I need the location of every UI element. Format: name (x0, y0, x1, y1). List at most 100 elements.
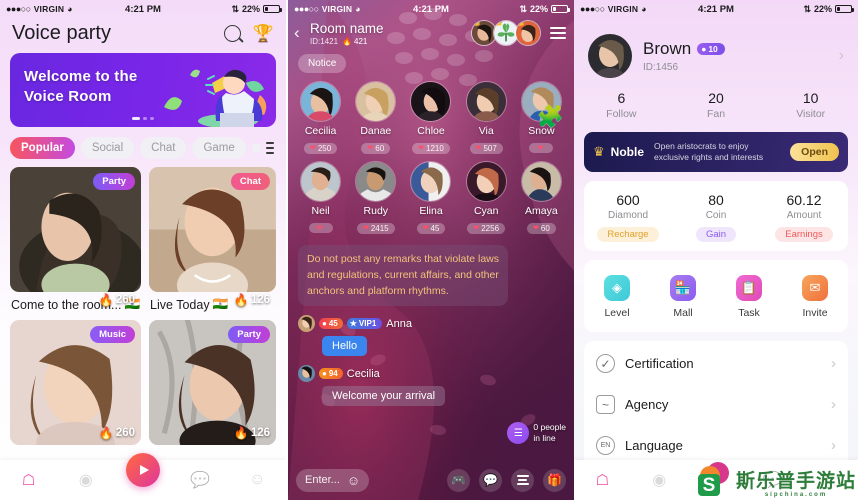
quick-mall[interactable]: 🏪 Mall (650, 275, 716, 319)
profile-tab-icon[interactable]: ☺ (246, 469, 268, 491)
quick-task[interactable]: 📋 Task (716, 275, 782, 319)
earnings-button[interactable]: Earnings (775, 227, 833, 242)
chip-more-partial[interactable] (251, 143, 260, 153)
screen-voice-room: ●●●○○ VIRGIN ◕ 4:21 PM ⇅ 22% ‹ Room name… (288, 0, 574, 500)
room-hot-count: 🔥 126 (233, 426, 270, 440)
seat-item[interactable]: Cecilia ❤ 250 (294, 81, 347, 155)
recharge-button[interactable]: Recharge (597, 227, 659, 242)
message-tab-icon[interactable]: 💬 (189, 469, 211, 491)
chip-chat[interactable]: Chat (140, 137, 187, 159)
wallet-amount[interactable]: 60.12 Amount Earnings (760, 192, 848, 242)
list-lines-icon[interactable] (511, 468, 534, 492)
room-hot-count: 🔥 260 (98, 426, 136, 440)
seat-item[interactable]: Danae ❤ 60 (349, 81, 402, 155)
quick-invite[interactable]: ✉ Invite (782, 275, 848, 319)
queue-indicator[interactable]: ☰ 0 people in line (507, 422, 566, 444)
room-tag: Chat (230, 173, 270, 190)
screen-voice-party-list: ●●●○○ VIRGIN ◕ 4:21 PM ⇅ 22% Voice party… (0, 0, 286, 500)
treasure-chest-icon[interactable]: 🧩 (537, 104, 564, 130)
seat-hearts: ❤ 2256 (467, 222, 506, 234)
chat-bubble: Welcome your arrival (322, 386, 446, 407)
quick-level[interactable]: ◈ Level (584, 275, 650, 319)
wallet-diamond[interactable]: 600 Diamond Recharge (584, 192, 672, 242)
trophy-icon[interactable]: 🏆 (253, 25, 274, 42)
notice-button[interactable]: Notice (298, 54, 347, 73)
quick-label: Mall (673, 307, 693, 319)
wallet-coin[interactable]: 80 Coin Gain (672, 192, 760, 242)
stat-fan[interactable]: 20 Fan (669, 90, 764, 120)
noble-banner[interactable]: ♛ Noble Open aristocrats to enjoy exclusi… (584, 132, 848, 172)
seat-hearts: ❤ 2415 (356, 222, 395, 234)
chat-message-header: ● 94 Cecilia (298, 365, 564, 383)
battery-icon (835, 5, 854, 13)
room-tag: Music (90, 326, 136, 343)
seat-item[interactable]: Cyan ❤ 2256 (460, 161, 513, 235)
queue-label: in line (533, 433, 556, 443)
wallet-value: 600 (616, 192, 640, 208)
wallet-label: Amount (786, 210, 822, 221)
avatar[interactable] (298, 315, 315, 333)
category-chips: Popular Social Chat Game (0, 127, 286, 167)
stat-follow[interactable]: 6 Follow (574, 90, 669, 120)
avatar (410, 81, 452, 122)
seat-hearts: ❤ 45 (416, 222, 446, 234)
banner-line1: Welcome to the (24, 68, 138, 85)
top-user-avatar[interactable]: 👑 (515, 20, 541, 46)
seat-row-1: Cecilia ❤ 250 Danae ❤ 60 Chloe ❤ 1210 Via ❤… (288, 73, 574, 155)
seat-item[interactable]: Elina ❤ 45 (404, 161, 457, 235)
emoji-icon[interactable]: ☺ (347, 473, 360, 488)
banner-dots (132, 117, 154, 120)
room-card[interactable]: Party 🔥 126 (149, 320, 276, 445)
chat-bubble-icon[interactable]: 💬 (479, 468, 502, 492)
room-card[interactable]: Chat 🔥 126 Live Today 🇮🇳 (149, 167, 276, 312)
home-tab-icon[interactable]: ☖ (591, 469, 613, 491)
live-tab-icon[interactable] (126, 453, 160, 487)
seat-item[interactable]: Chloe ❤ 1210 (404, 81, 457, 155)
stat-label: Follow (606, 108, 637, 120)
seat-item[interactable]: Amaya ❤ 60 (515, 161, 568, 235)
seat-item[interactable]: Via ❤ 507 (460, 81, 513, 155)
room-id-label: ID:1421 (310, 36, 339, 46)
banner-line2: Voice Room (24, 88, 112, 106)
hamburger-icon[interactable] (265, 142, 274, 154)
avatar[interactable] (298, 365, 315, 383)
chip-social[interactable]: Social (80, 137, 135, 159)
avatar[interactable] (588, 34, 632, 78)
gain-button[interactable]: Gain (695, 227, 737, 242)
gift-icon[interactable]: 🎁 (543, 468, 566, 492)
level-icon: ◈ (604, 275, 630, 301)
chat-input[interactable]: Enter... ☺ (296, 468, 370, 492)
stat-value: 10 (802, 90, 819, 106)
open-button[interactable]: Open (790, 143, 839, 161)
discover-tab-icon[interactable]: ◉ (75, 469, 97, 491)
row-label: Certification (625, 356, 694, 371)
banner-illustration (164, 69, 267, 127)
noble-title: Noble (610, 145, 644, 159)
back-chevron-icon[interactable]: ‹ (294, 23, 308, 43)
promo-banner[interactable]: Welcome to the Voice Room (10, 53, 276, 127)
row-certification[interactable]: ✓ Certification › (584, 343, 848, 384)
room-card[interactable]: Music 🔥 260 (10, 320, 142, 445)
chat-area[interactable]: Do not post any remarks that violate law… (288, 235, 574, 407)
stat-visitor[interactable]: 10 Visitor (763, 90, 858, 120)
seat-item[interactable]: Neil ❤ (294, 161, 347, 235)
avatar (465, 81, 507, 122)
profile-header[interactable]: Brown ● 10 ID:1456 › (574, 18, 858, 88)
discover-tab-icon[interactable]: ◉ (648, 469, 670, 491)
flame-icon: 🔥 (342, 36, 352, 46)
home-tab-icon[interactable]: ☖ (18, 469, 40, 491)
chevron-right-icon: › (831, 355, 836, 372)
battery-icon (263, 5, 282, 13)
hamburger-icon[interactable] (550, 27, 566, 39)
chip-popular[interactable]: Popular (10, 137, 75, 159)
page-header: Voice party 🏆 (0, 18, 286, 51)
clock-label: 4:21 PM (125, 3, 161, 15)
game-controller-icon[interactable]: 🎮 (447, 468, 470, 492)
chip-game[interactable]: Game (192, 137, 246, 159)
seat-item[interactable]: Rudy ❤ 2415 (349, 161, 402, 235)
room-card[interactable]: Party 🔥 260 Come to the room... 🇮🇳 (10, 167, 142, 312)
battery-icon (551, 5, 570, 13)
chevron-right-icon[interactable]: › (839, 47, 844, 65)
search-icon[interactable] (223, 25, 241, 42)
row-agency[interactable]: ~ Agency › (584, 384, 848, 425)
